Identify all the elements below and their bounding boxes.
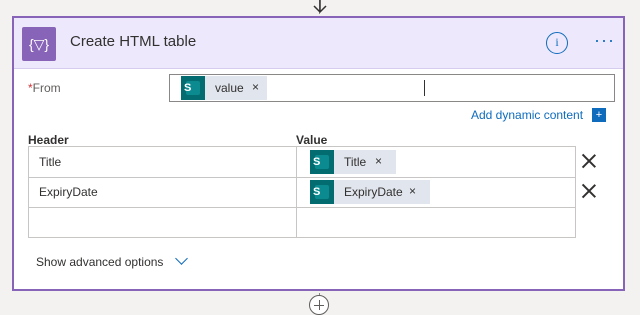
row-1-header-input[interactable]: Title [39, 155, 61, 169]
sharepoint-icon: S [310, 150, 334, 174]
column-divider [296, 147, 297, 237]
value-column-label: Value [296, 133, 328, 147]
delete-row-1-icon[interactable] [581, 153, 597, 169]
show-advanced-options-link[interactable]: Show advanced options [36, 255, 163, 269]
from-input[interactable]: S value × [169, 74, 615, 102]
more-options-icon[interactable]: ··· [594, 31, 616, 51]
action-title: Create HTML table [70, 33, 197, 50]
chevron-down-icon[interactable] [175, 252, 188, 265]
add-dynamic-content-icon[interactable]: + [592, 108, 606, 122]
header-value-table: Title S Title × ExpiryDate S ExpiryDate … [28, 146, 576, 238]
token-label: Title [344, 155, 367, 169]
row-2-value-token[interactable]: S ExpiryDate × [310, 180, 430, 204]
sharepoint-icon: S [310, 180, 334, 204]
from-token-value[interactable]: S value × [181, 76, 267, 100]
row-2-header-input[interactable]: ExpiryDate [39, 185, 98, 199]
info-icon[interactable]: i [546, 32, 568, 54]
row-divider [29, 207, 575, 208]
svg-text:{▽}: {▽} [29, 36, 49, 52]
header-column-label: Header [28, 133, 69, 147]
text-caret [424, 80, 425, 96]
from-label: *From [28, 81, 61, 95]
add-step-icon[interactable] [309, 295, 329, 315]
arrow-down-icon [313, 0, 327, 14]
row-1-value-token[interactable]: S Title × [310, 150, 396, 174]
sharepoint-icon: S [181, 76, 205, 100]
token-label: value [215, 81, 244, 95]
token-remove-icon[interactable]: × [409, 184, 416, 198]
from-label-text: From [32, 81, 61, 95]
action-card-header[interactable]: {▽} Create HTML table i ··· [14, 18, 623, 69]
token-remove-icon[interactable]: × [375, 154, 382, 168]
row-divider [29, 177, 575, 178]
add-dynamic-content-link[interactable]: Add dynamic content [471, 108, 583, 122]
action-card: {▽} Create HTML table i ··· *From S valu… [12, 16, 625, 291]
row-3-value-input[interactable] [307, 215, 567, 231]
data-operation-icon: {▽} [22, 27, 56, 61]
token-label: ExpiryDate [344, 185, 403, 199]
delete-row-2-icon[interactable] [581, 183, 597, 199]
row-3-header-input[interactable] [39, 215, 289, 231]
token-remove-icon[interactable]: × [252, 80, 259, 94]
